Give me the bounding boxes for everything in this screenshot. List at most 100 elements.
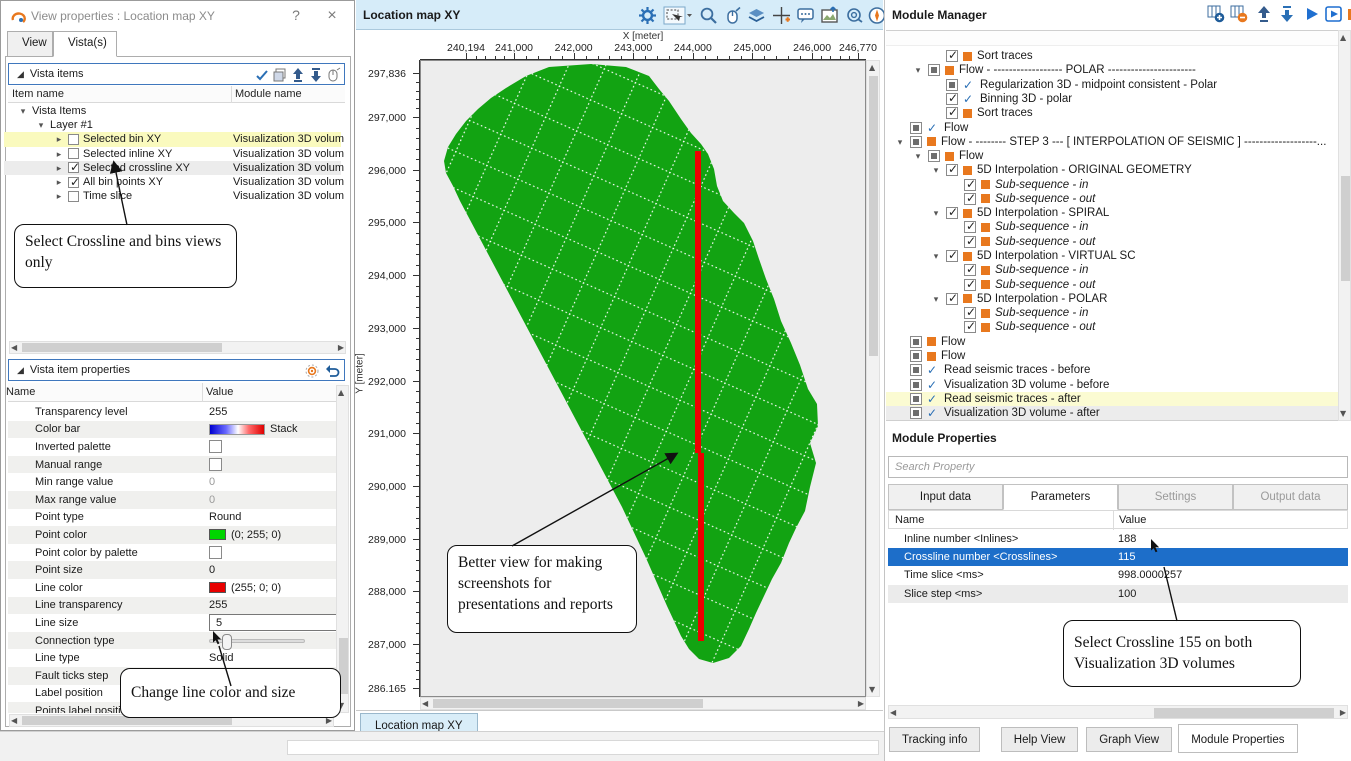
dialog-titlebar[interactable]: View properties : Location map XY ? × [1,1,354,31]
flow-checkbox[interactable] [946,93,958,105]
flow-row-sub-sequence-in[interactable]: Sub-sequence - in [886,220,1338,234]
property-value[interactable]: 5 [209,614,337,631]
flow-checkbox[interactable] [910,122,922,134]
flow-row-visualization-3d-volume-after[interactable]: ✓Visualization 3D volume - after [886,406,1338,420]
property-row-color-bar[interactable]: Color barStack [8,421,339,439]
property-value[interactable] [209,639,305,643]
property-row-point-color[interactable]: Point color(0; 255; 0) [8,526,339,544]
flow-row-sort-traces[interactable]: Sort traces [886,49,1338,63]
property-row-transparency-level[interactable]: Transparency level255 [8,403,339,421]
flow-row-flow[interactable]: Flow [886,349,1338,363]
flow-row-read-seismic-traces-after[interactable]: ✓Read seismic traces - after [886,392,1338,406]
property-row-line-type[interactable]: Line typeSolid [8,649,339,667]
layers-icon[interactable] [747,6,766,25]
item-checkbox[interactable] [68,162,79,173]
property-row-manual-range[interactable]: Manual range [8,456,339,474]
map-hscrollbar[interactable]: ◀ ▶ [420,697,866,710]
flow-checkbox[interactable] [928,150,940,162]
tab-graph-view[interactable]: Graph View [1086,727,1172,752]
param-row-slice-step-ms-[interactable]: Slice step <ms>100 [888,585,1348,603]
mouse-icon[interactable] [325,67,341,83]
flow-checkbox[interactable] [964,307,976,319]
run-icon[interactable] [1303,5,1321,23]
flow-row-read-seismic-traces-before[interactable]: ✓Read seismic traces - before [886,363,1338,377]
item-checkbox[interactable] [68,134,79,145]
tab-tracking-info[interactable]: Tracking info [889,727,980,752]
tab-parameters[interactable]: Parameters [1003,484,1118,510]
property-row-max-range-value[interactable]: Max range value0 [8,491,339,509]
flow-checkbox[interactable] [964,236,976,248]
flow-row-5d-interpolation-spiral[interactable]: ▾5D Interpolation - SPIRAL [886,206,1338,220]
undo-icon[interactable] [324,363,340,379]
property-row-point-size[interactable]: Point size0 [8,561,339,579]
property-value[interactable]: 0 [209,494,215,506]
property-row-inverted-palette[interactable]: Inverted palette [8,438,339,456]
vista-items-header[interactable]: ◢Vista items [8,63,345,85]
module-properties-hscrollbar[interactable]: ◀ ▶ [888,705,1348,719]
flow-row-sub-sequence-out[interactable]: Sub-sequence - out [886,320,1338,334]
property-value[interactable]: 255 [209,406,227,418]
flow-checkbox[interactable] [910,393,922,405]
export-image-icon[interactable] [820,6,839,25]
selected-crossline[interactable] [698,151,701,641]
flow-row-visualization-3d-volume-before[interactable]: ✓Visualization 3D volume - before [886,377,1338,391]
flow-row-sub-sequence-in[interactable]: Sub-sequence - in [886,306,1338,320]
column-name[interactable]: Name [6,386,35,398]
tab-input-data[interactable]: Input data [888,484,1003,510]
item-checkbox[interactable] [68,177,79,188]
export-icon[interactable] [1278,5,1296,23]
settings-gear-icon[interactable] [638,6,657,25]
flow-checkbox[interactable] [964,264,976,276]
line-size-input[interactable]: 5 [209,614,337,631]
tab-vistas[interactable]: Vista(s) [53,31,117,57]
flow-row-regularization-3d-midpoint-consistent-po[interactable]: ✓Regularization 3D - midpoint consistent… [886,78,1338,92]
tree-row-selected-crossline-xy[interactable]: ▸Selected crossline XYVisualization 3D v… [4,161,341,175]
property-value[interactable]: Stack [209,423,298,435]
flow-checkbox[interactable] [910,379,922,391]
property-row-connection-type[interactable]: Connection type [8,632,339,650]
flow-row-sort-traces[interactable]: Sort traces [886,106,1338,120]
comment-bubble-icon[interactable] [796,6,815,25]
flow-checkbox[interactable] [946,207,958,219]
flow-row-5d-interpolation-original-geometry[interactable]: ▾5D Interpolation - ORIGINAL GEOMETRY [886,163,1338,177]
flow-checkbox[interactable] [946,79,958,91]
column-module-name[interactable]: Module name [235,88,302,100]
tab-help-view[interactable]: Help View [1001,727,1079,752]
import-icon[interactable] [290,67,306,83]
mouse-tool-icon[interactable] [723,6,742,25]
param-row-time-slice-ms-[interactable]: Time slice <ms>998.0000257 [888,566,1348,584]
flow-row-binning-3d-polar[interactable]: ✓Binning 3D - polar [886,92,1338,106]
stop-icon[interactable] [1346,5,1351,23]
property-row-min-range-value[interactable]: Min range value0 [8,473,339,491]
flow-checkbox[interactable] [964,221,976,233]
flow-checkbox[interactable] [946,293,958,305]
crosshair-add-icon[interactable] [772,6,791,25]
property-value[interactable]: Round [209,511,241,523]
flow-checkbox[interactable] [910,364,922,376]
dialog-close-button[interactable]: × [322,7,342,25]
param-row-inline-number-inlines-[interactable]: Inline number <Inlines>188 [888,530,1348,548]
tree-row-time-slice[interactable]: ▸Time sliceVisualization 3D volum [4,189,341,203]
flow-checkbox[interactable] [910,407,922,419]
tab-module-properties[interactable]: Module Properties [1178,724,1297,753]
flow-row-sub-sequence-in[interactable]: Sub-sequence - in [886,263,1338,277]
target-icon[interactable] [304,363,320,379]
property-row-point-type[interactable]: Point typeRound [8,509,339,527]
flow-row-flow-polar-[interactable]: ▾Flow - ------------------ POLAR -------… [886,63,1338,77]
zoom-region-icon[interactable] [845,6,864,25]
flow-row-sub-sequence-out[interactable]: Sub-sequence - out [886,235,1338,249]
flow-checkbox[interactable] [964,193,976,205]
property-value[interactable]: 255 [209,599,227,611]
vista-items-hscrollbar[interactable]: ◀ ▶ [9,341,346,354]
property-value[interactable]: (255; 0; 0) [209,582,281,594]
property-value[interactable]: (0; 255; 0) [209,529,281,541]
item-checkbox[interactable] [68,191,79,202]
column-item-name[interactable]: Item name [12,88,64,100]
tree-row-selected-inline-xy[interactable]: ▸Selected inline XYVisualization 3D volu… [4,147,341,161]
import-icon[interactable] [1255,5,1273,23]
tree-row-all-bin-points-xy[interactable]: ▸All bin points XYVisualization 3D volum [4,175,341,189]
tree-row-layer-1[interactable]: ▾Layer #1 [4,118,341,132]
flow-checkbox[interactable] [946,250,958,262]
flow-checkbox[interactable] [946,164,958,176]
zoom-magnifier-icon[interactable] [699,6,718,25]
